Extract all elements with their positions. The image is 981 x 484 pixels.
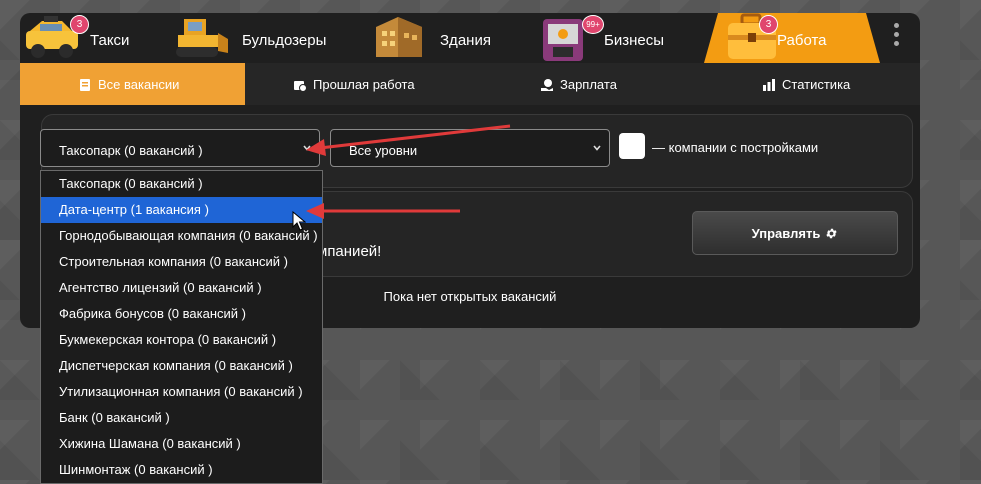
tab-buildings[interactable]: Здания: [365, 13, 530, 63]
manage-button-label: Управлять: [751, 225, 821, 241]
tab-work-label: Работа: [777, 32, 827, 49]
tab-work-badge: 3: [759, 15, 778, 34]
tab-businesses-badge: 99+: [582, 15, 604, 34]
tab-taxi[interactable]: 3 Такси: [20, 13, 180, 63]
tab-businesses[interactable]: 99+ Бизнесы: [535, 13, 710, 63]
sub-tabs: Все вакансии Прошлая работа Зарплата Ста…: [20, 63, 920, 105]
building-icon: [376, 17, 422, 57]
tab-all-vacancies[interactable]: Все вакансии: [20, 63, 245, 105]
buildings-filter-label: — компании с постройками: [652, 140, 819, 155]
tab-salary-label: Зарплата: [560, 77, 617, 92]
dropdown-option[interactable]: Букмекерская контора (0 вакансий ): [41, 327, 322, 353]
dropdown-option[interactable]: Утилизационная компания (0 вакансий ): [41, 379, 322, 405]
bulldozer-icon: [176, 19, 228, 57]
dropdown-option[interactable]: Горнодобывающая компания (0 вакансий ): [41, 223, 322, 249]
company-select-dropdown: Таксопарк (0 вакансий ) Дата-центр (1 ва…: [40, 170, 323, 484]
money-hand-icon: [541, 78, 553, 91]
annotation-arrow-icon: [306, 203, 460, 219]
tab-statistics[interactable]: Статистика: [695, 63, 920, 105]
dropdown-option[interactable]: Фабрика бонусов (0 вакансий ): [41, 301, 322, 327]
company-select-value: Таксопарк (0 вакансий ): [59, 143, 203, 158]
manage-button[interactable]: Управлять: [692, 211, 898, 255]
company-hint-text: мпанией!: [317, 243, 382, 260]
dropdown-option[interactable]: Строительная компания (0 вакансий ): [41, 249, 322, 275]
history-icon: [294, 80, 307, 92]
gear-icon: [826, 228, 837, 238]
chevron-down-icon: [593, 145, 601, 151]
dropdown-option[interactable]: Банк (0 вакансий ): [41, 405, 322, 431]
company-select[interactable]: Таксопарк (0 вакансий ): [40, 129, 320, 167]
tab-all-vacancies-label: Все вакансии: [98, 77, 180, 92]
tab-taxi-badge: 3: [70, 15, 89, 34]
tab-taxi-label: Такси: [90, 32, 130, 49]
document-icon: [80, 78, 90, 91]
dropdown-option[interactable]: Агентство лицензий (0 вакансий ): [41, 275, 322, 301]
tab-businesses-label: Бизнесы: [604, 32, 665, 49]
dropdown-option[interactable]: Хижина Шамана (0 вакансий ): [41, 431, 322, 457]
dropdown-option[interactable]: Таксопарк (0 вакансий ): [41, 171, 322, 197]
tab-buildings-label: Здания: [440, 32, 491, 49]
tab-past-work[interactable]: Прошлая работа: [245, 63, 470, 105]
tab-bulldozers[interactable]: Бульдозеры: [165, 13, 360, 63]
dropdown-option[interactable]: Диспетчерская компания (0 вакансий ): [41, 353, 322, 379]
tab-statistics-label: Статистика: [782, 77, 851, 92]
bar-chart-icon: [763, 78, 775, 91]
more-menu-icon[interactable]: [894, 23, 900, 53]
dropdown-option[interactable]: Шинмонтаж (0 вакансий ): [41, 457, 322, 483]
dropdown-option-selected[interactable]: Дата-центр (1 вакансия ): [41, 197, 322, 223]
tab-bulldozers-label: Бульдозеры: [242, 32, 327, 49]
tab-past-work-label: Прошлая работа: [313, 77, 415, 92]
tab-work[interactable]: 3 Работа: [704, 13, 880, 63]
annotation-arrow-icon: [306, 124, 511, 156]
buildings-filter-checkbox[interactable]: [619, 133, 645, 159]
category-tabs: 3 Такси Бульдозеры Здания 99+ Бизнесы 3 …: [20, 13, 920, 63]
tab-salary[interactable]: Зарплата: [470, 63, 695, 105]
